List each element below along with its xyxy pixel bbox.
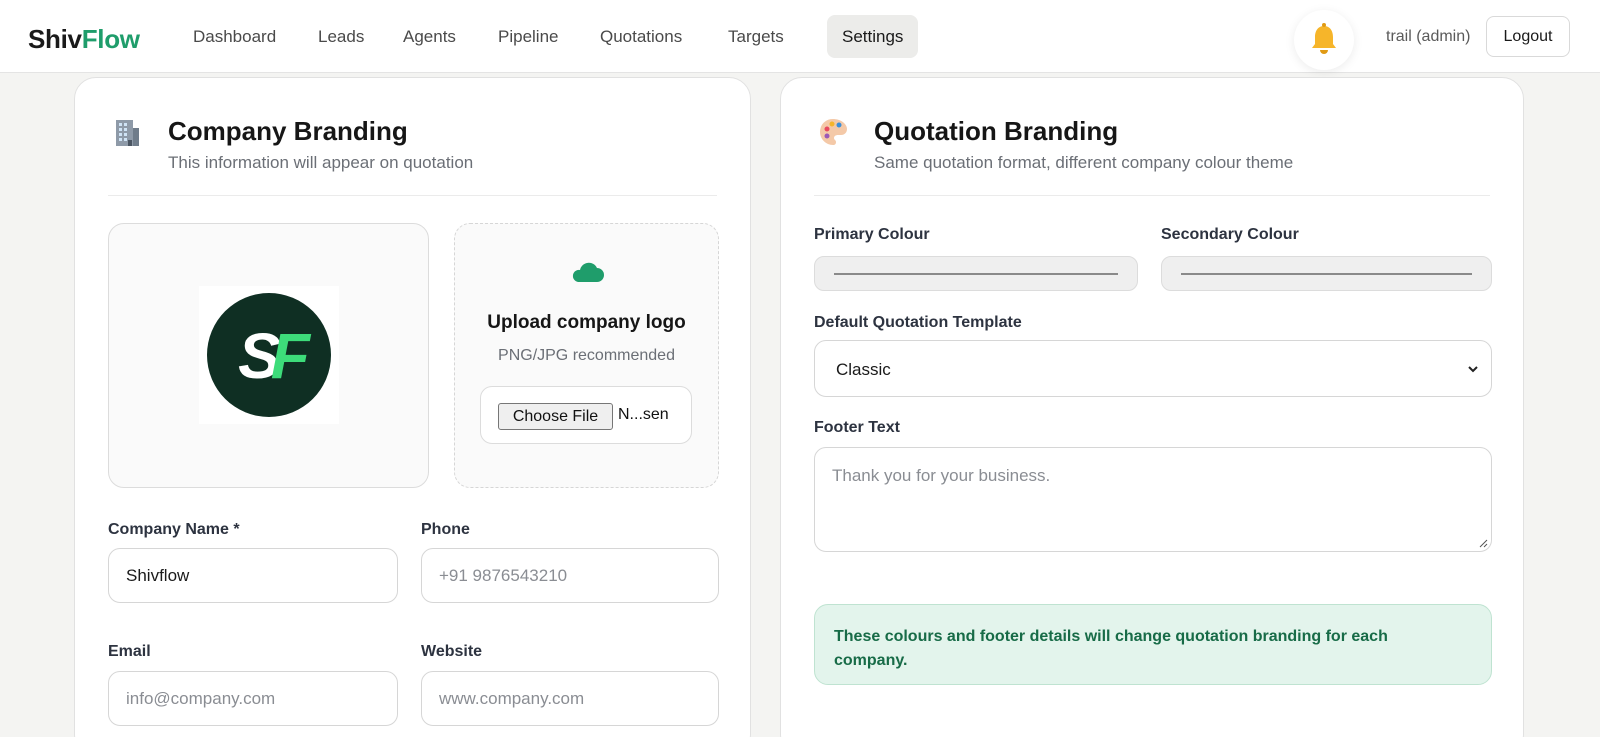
phone-input[interactable] (421, 548, 719, 603)
company-name-input[interactable] (108, 548, 398, 603)
divider (108, 195, 717, 196)
logout-button[interactable]: Logout (1486, 16, 1570, 57)
website-label: Website (421, 643, 483, 660)
primary-colour-label: Primary Colour (814, 226, 930, 243)
company-logo-image: SF (199, 286, 339, 424)
upload-hint: PNG/JPG recommended (498, 347, 675, 364)
email-label: Email (108, 643, 151, 660)
nav-item-targets[interactable]: Targets (713, 15, 799, 58)
chevron-down-icon (1468, 366, 1478, 373)
file-input[interactable]: Choose File N...sen (480, 386, 692, 444)
branding-info-text: These colours and footer details will ch… (834, 628, 1388, 669)
secondary-colour-label: Secondary Colour (1161, 226, 1299, 243)
divider (814, 195, 1490, 196)
quotation-branding-title: Quotation Branding (874, 116, 1119, 146)
brand-name-part1: Shiv (28, 24, 82, 54)
resize-handle-icon[interactable] (1478, 538, 1488, 548)
branding-info-notice: These colours and footer details will ch… (814, 604, 1492, 685)
template-select[interactable]: Classic (814, 340, 1492, 397)
template-select-value: Classic (836, 360, 891, 379)
bell-icon (1312, 23, 1336, 54)
secondary-colour-swatch (1181, 273, 1472, 275)
footer-text-label: Footer Text (814, 419, 900, 436)
quotation-branding-card: Quotation Branding Same quotation format… (780, 77, 1524, 737)
company-branding-card: Company Branding This information will a… (74, 77, 751, 737)
cloud-icon (572, 262, 604, 282)
nav-item-quotations[interactable]: Quotations (585, 15, 697, 58)
company-branding-subtitle: This information will appear on quotatio… (168, 153, 474, 172)
quotation-branding-subtitle: Same quotation format, different company… (874, 153, 1294, 172)
logo-upload-dropzone[interactable]: Upload company logo PNG/JPG recommended … (454, 223, 719, 488)
selected-file-name: N...sen (618, 406, 669, 423)
nav-item-leads[interactable]: Leads (303, 15, 379, 58)
secondary-colour-picker[interactable] (1161, 256, 1492, 291)
email-input[interactable] (108, 671, 398, 726)
office-building-icon (116, 120, 139, 146)
brand-logo[interactable]: ShivFlow (28, 24, 140, 55)
choose-file-button[interactable]: Choose File (498, 403, 613, 430)
website-input[interactable] (421, 671, 719, 726)
nav-item-agents[interactable]: Agents (388, 15, 471, 58)
logo-preview: SF (108, 223, 429, 488)
company-name-label: Company Name * (108, 521, 240, 538)
brand-name-part2: Flow (81, 24, 140, 54)
footer-text-input[interactable]: Thank you for your business. (814, 447, 1492, 552)
footer-text-placeholder: Thank you for your business. (832, 466, 1051, 485)
top-navigation-bar: ShivFlow Dashboard Leads Agents Pipeline… (0, 0, 1600, 73)
primary-colour-swatch (834, 273, 1118, 275)
notifications-button[interactable] (1294, 10, 1354, 70)
nav-item-settings[interactable]: Settings (827, 15, 919, 58)
nav-item-pipeline[interactable]: Pipeline (483, 15, 574, 58)
upload-title: Upload company logo (487, 312, 686, 333)
company-branding-title: Company Branding (168, 116, 408, 146)
primary-colour-picker[interactable] (814, 256, 1138, 291)
nav-item-dashboard[interactable]: Dashboard (178, 15, 291, 58)
phone-label: Phone (421, 521, 470, 538)
current-user-label: trail (admin) (1386, 28, 1471, 45)
palette-icon (820, 119, 847, 145)
template-label: Default Quotation Template (814, 314, 1022, 331)
